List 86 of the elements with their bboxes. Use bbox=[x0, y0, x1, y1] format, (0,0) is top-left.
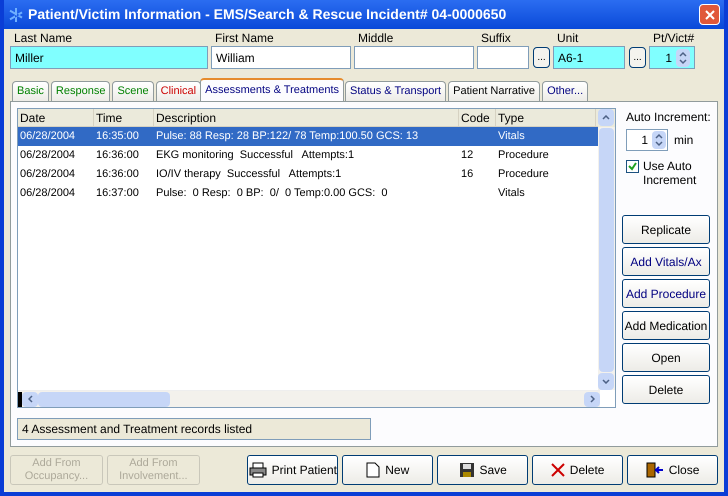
checkbox-label[interactable]: Use Auto Increment bbox=[643, 159, 711, 187]
table-cell-text: 16:35:00 bbox=[95, 129, 140, 144]
horizontal-scrollbar[interactable] bbox=[18, 390, 600, 407]
table-row[interactable]: 06/28/2004 16:37:00 Pulse: 0 Resp: 0 BP: 0/ 0 Temp:0.00 GCS: 0 Vitals bbox=[18, 184, 598, 203]
checkbox[interactable] bbox=[626, 160, 639, 173]
column-header[interactable]: Time bbox=[94, 109, 154, 126]
table-cell-text: EKG monitoring Successful Attempts:1 bbox=[155, 148, 356, 164]
browse-button[interactable]: ... bbox=[533, 47, 550, 68]
window-title: Patient/Victim Information - EMS/Search & Rescue Incident# 04-0000650 bbox=[28, 5, 508, 24]
chevron-left-icon bbox=[28, 395, 32, 403]
table-cell-text: 06/28/2004 bbox=[19, 148, 76, 164]
table-row[interactable]: 06/28/2004 16:36:00 EKG monitoring Successful Attempts:1 12 Procedure bbox=[18, 146, 598, 165]
unit-label: min bbox=[674, 132, 694, 149]
table-cell-text: 06/28/2004 bbox=[19, 167, 76, 182]
tab[interactable]: Patient Narrative bbox=[448, 81, 540, 101]
printer-icon bbox=[248, 462, 267, 478]
action-button[interactable]: Add Vitals/Ax bbox=[622, 247, 710, 276]
tab[interactable]: Clinical bbox=[156, 81, 202, 101]
input-field[interactable] bbox=[477, 46, 529, 69]
table-cell-text: 06/28/2004 bbox=[19, 129, 76, 144]
column-header[interactable]: Description bbox=[154, 109, 459, 126]
table-cell-text: Pulse: 0 Resp: 0 BP: 0/ 0 Temp:0.00 GCS: 0 bbox=[155, 186, 389, 202]
input-field[interactable] bbox=[354, 46, 474, 69]
tab[interactable]: Assessments & Treatments bbox=[200, 78, 344, 101]
input-field[interactable]: 1 bbox=[649, 46, 695, 69]
exit-door-icon bbox=[646, 462, 664, 478]
table-cell-text: 12 bbox=[460, 148, 474, 164]
spin-arrows-icon[interactable] bbox=[676, 48, 690, 66]
tab[interactable]: Status & Transport bbox=[345, 81, 446, 101]
column-header[interactable]: Date bbox=[18, 109, 94, 126]
field-label: First Name bbox=[214, 30, 275, 46]
footer-button[interactable]: New bbox=[342, 455, 434, 485]
increment-field[interactable]: 1 bbox=[626, 129, 668, 151]
table-cell-text: Pulse: 88 Resp: 28 BP:122/ 78 Temp:100.50 GCS: 13 bbox=[155, 129, 420, 144]
tab[interactable]: Other... bbox=[542, 81, 588, 101]
table-row[interactable]: 06/28/2004 16:36:00 IO/IV therapy Successful Attempts:1 16 Procedure bbox=[18, 165, 598, 184]
spin-arrows-icon[interactable] bbox=[652, 131, 666, 149]
status-text: 4 Assessment and Treatment records listed bbox=[17, 418, 371, 440]
auto-increment-label: Auto Increment: bbox=[626, 109, 711, 126]
scroll-down-button[interactable] bbox=[598, 373, 614, 390]
table-row[interactable]: 06/28/2004 16:35:00 Pulse: 88 Resp: 28 BP:122/ 78 Temp:100.50 GCS: 13 Vitals bbox=[18, 127, 598, 146]
table-cell-text: IO/IV therapy Successful Attempts:1 bbox=[155, 167, 342, 182]
close-icon bbox=[704, 10, 714, 20]
document-icon bbox=[366, 462, 380, 478]
vertical-scrollbar[interactable] bbox=[598, 127, 615, 390]
field-label: Unit bbox=[556, 30, 580, 46]
field-label: Pt/Vict# bbox=[652, 30, 695, 46]
tab[interactable]: Scene bbox=[112, 81, 154, 101]
close-button[interactable] bbox=[699, 4, 720, 25]
star-of-life-icon bbox=[8, 6, 24, 22]
footer-button[interactable]: Delete bbox=[532, 455, 624, 485]
browse-button[interactable]: ... bbox=[629, 47, 646, 68]
footer-button[interactable]: Save bbox=[437, 455, 528, 485]
column-header[interactable]: Type bbox=[496, 109, 596, 126]
field-label: Middle bbox=[357, 30, 394, 46]
table-cell-text: 16:36:00 bbox=[95, 167, 140, 182]
action-button[interactable]: Add Procedure bbox=[622, 279, 710, 308]
table-cell-text: Vitals bbox=[497, 129, 526, 144]
footer-button[interactable]: Close bbox=[627, 455, 718, 485]
table-cell-text: 16:37:00 bbox=[95, 186, 140, 202]
scroll-left-button[interactable] bbox=[22, 392, 38, 406]
chevron-up-icon bbox=[602, 115, 610, 120]
action-button[interactable]: Open bbox=[622, 343, 710, 372]
action-button[interactable]: Replicate bbox=[622, 215, 710, 244]
table-cell-text: Procedure bbox=[497, 148, 550, 164]
input-field[interactable]: Miller bbox=[10, 46, 208, 69]
table-cell-text: 06/28/2004 bbox=[19, 186, 76, 202]
field-label: Last Name bbox=[13, 30, 74, 46]
input-field[interactable]: A6-1 bbox=[553, 46, 625, 69]
table-cell-text: Procedure bbox=[497, 167, 550, 182]
field-label: Suffix bbox=[480, 30, 512, 46]
scroll-right-button[interactable] bbox=[584, 392, 600, 406]
scroll-up-button[interactable] bbox=[598, 109, 614, 126]
footer-button[interactable]: Print Patient bbox=[247, 455, 338, 485]
table-cell-text: 16:36:00 bbox=[95, 148, 140, 164]
input-field[interactable]: William bbox=[211, 46, 351, 69]
action-button[interactable]: Add Medication bbox=[622, 311, 710, 340]
column-header[interactable]: Code bbox=[459, 109, 496, 126]
table-cell-text: Vitals bbox=[497, 186, 526, 202]
table-cell-text: 16 bbox=[460, 167, 474, 182]
x-icon bbox=[550, 463, 565, 477]
chevron-down-icon bbox=[602, 379, 610, 384]
chevron-right-icon bbox=[590, 395, 594, 403]
action-button[interactable]: Delete bbox=[622, 375, 710, 404]
tab[interactable]: Basic bbox=[12, 81, 49, 101]
tab[interactable]: Response bbox=[50, 81, 110, 101]
